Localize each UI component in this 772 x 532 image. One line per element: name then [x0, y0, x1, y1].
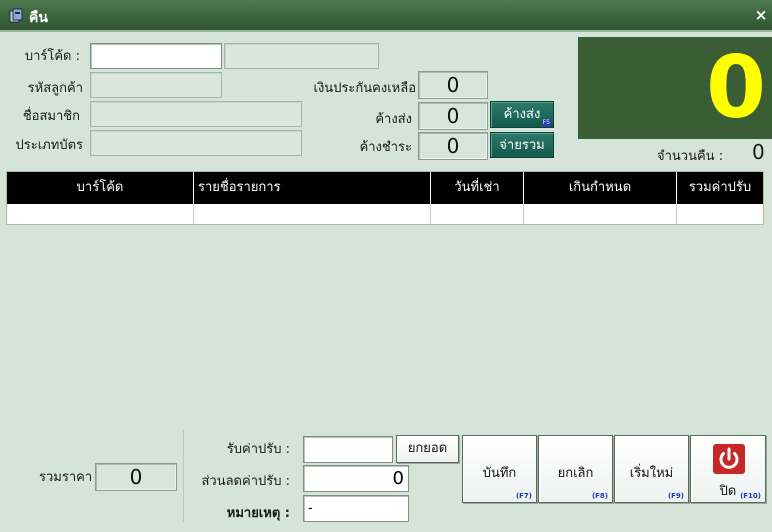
outstanding-return-button-label: ค้างส่ง [503, 107, 541, 122]
return-counter-display: 0 [578, 37, 772, 139]
cancel-button[interactable]: ยกเลิก (F8) [538, 435, 613, 503]
table-cell[interactable] [431, 204, 524, 224]
deposit-remaining-label: เงินประกันคงเหลือ [313, 81, 416, 96]
column-header-total-fine[interactable]: รวมค่าปรับ [677, 172, 763, 204]
window-title: คืน [29, 10, 48, 26]
outstanding-payment-label: ค้างชำระ [359, 140, 412, 155]
table-header: บาร์โค้ด รายชื่อรายการ วันที่เช่า เกินกำ… [7, 172, 763, 204]
column-header-item-name[interactable]: รายชื่อรายการ [194, 172, 431, 204]
close-icon[interactable]: × [752, 6, 770, 24]
outstanding-return-label: ค้างส่ง [375, 112, 412, 127]
return-counter-digit: 0 [706, 38, 766, 138]
member-name-field [90, 101, 302, 127]
cancel-button-label: ยกเลิก [557, 466, 594, 481]
carry-forward-button[interactable]: ยกยอด [396, 435, 459, 463]
close-button[interactable]: ปิด (F10) [690, 435, 766, 503]
total-price-value: 0 [95, 463, 177, 491]
barcode-label: บาร์โค้ด : [24, 49, 80, 64]
note-input[interactable] [303, 495, 409, 522]
restart-button-shortcut: (F9) [667, 492, 684, 500]
total-price-label: รวมราคา [39, 470, 93, 485]
customer-code-label: รหัสลูกค้า [27, 81, 83, 96]
save-button-shortcut: (F7) [515, 492, 532, 500]
table-cell[interactable] [7, 204, 194, 224]
cancel-button-shortcut: (F8) [591, 492, 608, 500]
fine-discount-label: ส่วนลดค่าปรับ : [201, 474, 290, 489]
outstanding-payment-value: 0 [418, 132, 488, 160]
close-button-shortcut: (F10) [740, 492, 761, 500]
outstanding-return-value: 0 [418, 102, 488, 130]
table-cell[interactable] [524, 204, 677, 224]
column-header-overdue[interactable]: เกินกำหนด [524, 172, 677, 204]
save-button[interactable]: บันทึก (F7) [462, 435, 537, 503]
receive-fine-label: รับค่าปรับ : [226, 442, 290, 457]
card-type-label: ประเภทบัตร [15, 138, 83, 153]
deposit-remaining-value: 0 [418, 71, 488, 99]
barcode-description-field [224, 43, 379, 69]
card-type-field [90, 130, 302, 156]
restart-button[interactable]: เริ่มใหม่ (F9) [614, 435, 689, 503]
customer-code-field [90, 72, 222, 98]
return-count-value: 0 [752, 140, 765, 164]
restart-button-label: เริ่มใหม่ [629, 466, 674, 481]
f5-key-badge: F5 [541, 119, 551, 127]
outstanding-return-button[interactable]: ค้างส่ง F5 [490, 101, 554, 128]
receive-fine-input[interactable] [303, 436, 393, 463]
column-header-rent-date[interactable]: วันที่เช่า [431, 172, 524, 204]
barcode-input[interactable] [90, 43, 222, 69]
note-label: หมายเหตุ : [226, 506, 290, 521]
app-icon [9, 8, 23, 23]
title-bar: คืน × [0, 0, 772, 32]
table-cell[interactable] [677, 204, 763, 224]
table-cell[interactable] [194, 204, 431, 224]
return-count-label: จำนวนคืน : [657, 149, 724, 164]
member-name-label: ชื่อสมาชิก [22, 109, 80, 124]
return-items-table[interactable]: บาร์โค้ด รายชื่อรายการ วันที่เช่า เกินกำ… [6, 171, 764, 225]
pay-all-button[interactable]: จ่ายรวม [490, 132, 554, 158]
column-header-barcode[interactable]: บาร์โค้ด [7, 172, 194, 204]
save-button-label: บันทึก [482, 466, 517, 481]
fine-discount-input[interactable] [303, 465, 409, 492]
section-divider [183, 430, 184, 522]
power-icon [713, 444, 745, 474]
